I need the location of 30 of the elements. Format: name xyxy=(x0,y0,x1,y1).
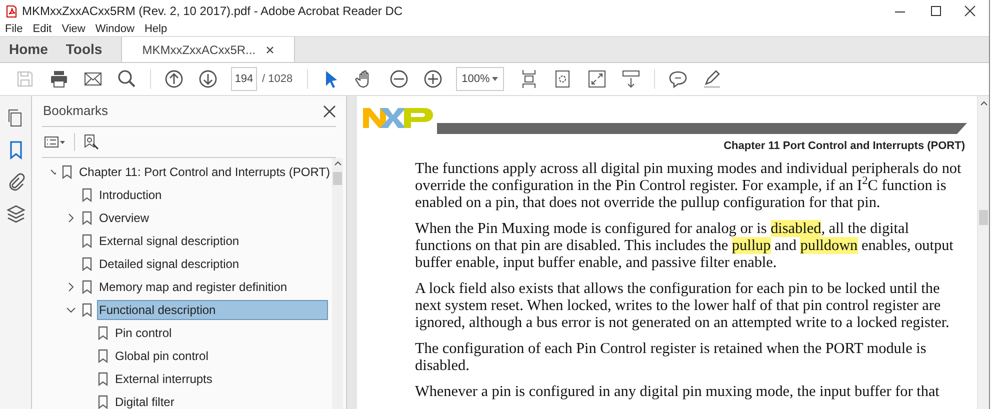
bookmark-item[interactable]: Pin control xyxy=(113,322,174,342)
window-title: MKMxxZxxACxx5RM (Rev. 2, 10 2017).pdf - Adobe Acrobat Reader DC xyxy=(22,3,403,20)
paragraph: Whenever a pin is configured in any digital pin muxing mode, the input buffer for that xyxy=(415,382,940,400)
menu-item[interactable]: View xyxy=(62,20,86,38)
paragraph: When the Pin Muxing mode is configured for analog or is disabled, all the digital functions on that pin are disabled. This includes the pullup and pulldown enables, output buffer enable, input buffer enable, and passive filter enable. xyxy=(415,220,954,270)
menu-item[interactable]: Edit xyxy=(32,20,52,38)
document-tab[interactable]: MKMxxZxxACxx5R... xyxy=(121,37,295,62)
paragraph: The functions apply across all digital pin muxing modes and individual peripherals do not override the configuration in the Pin Control register. For example, if an I$^{2}$C function is enabled on a pin, that does not override the pullup configuration for that pin. xyxy=(415,160,962,210)
menu-item[interactable]: Help xyxy=(144,20,168,38)
bookmark-item[interactable]: Detailed signal description xyxy=(97,254,242,274)
bookmark-item[interactable]: Memory map and register definition xyxy=(97,276,290,296)
tab[interactable]: Tools xyxy=(56,37,112,62)
tab[interactable]: Home xyxy=(0,37,57,62)
bookmark-item[interactable]: External signal description xyxy=(97,230,242,250)
paragraph: A lock field also exists that allows the configuration for each pin to be locked until the next system reset. When locked, writes to the lower half of that pin control register are ignored, although a bus error is not generated on an attempted write to a locked register. xyxy=(415,280,950,330)
menu-item[interactable]: File xyxy=(5,20,23,38)
bookmark-item[interactable]: Introduction xyxy=(97,184,164,204)
chapter-header: Chapter 11 Port Control and Interrupts (PORT) xyxy=(722,139,966,154)
page-number-field[interactable]: 194 xyxy=(231,67,257,91)
bookmark-item[interactable]: Global pin control xyxy=(113,346,210,366)
menu-item[interactable]: Window xyxy=(95,20,134,38)
zoom-dropdown[interactable]: 100% xyxy=(456,67,504,91)
bookmark-item[interactable]: External interrupts xyxy=(113,368,214,388)
paragraph: The configuration of each Pin Control register is retained when the PORT module is disabled. xyxy=(415,340,928,374)
page-count: / 1028 xyxy=(262,72,293,87)
bookmark-item[interactable]: Chapter 11: Port Control and Interrupts (PORT) xyxy=(77,162,332,182)
bookmark-item[interactable]: Overview xyxy=(97,208,152,228)
bookmark-item[interactable]: Digital filter xyxy=(113,392,176,409)
panel-title: Bookmarks xyxy=(43,102,108,120)
bookmark-item[interactable]: Functional description xyxy=(97,300,328,320)
